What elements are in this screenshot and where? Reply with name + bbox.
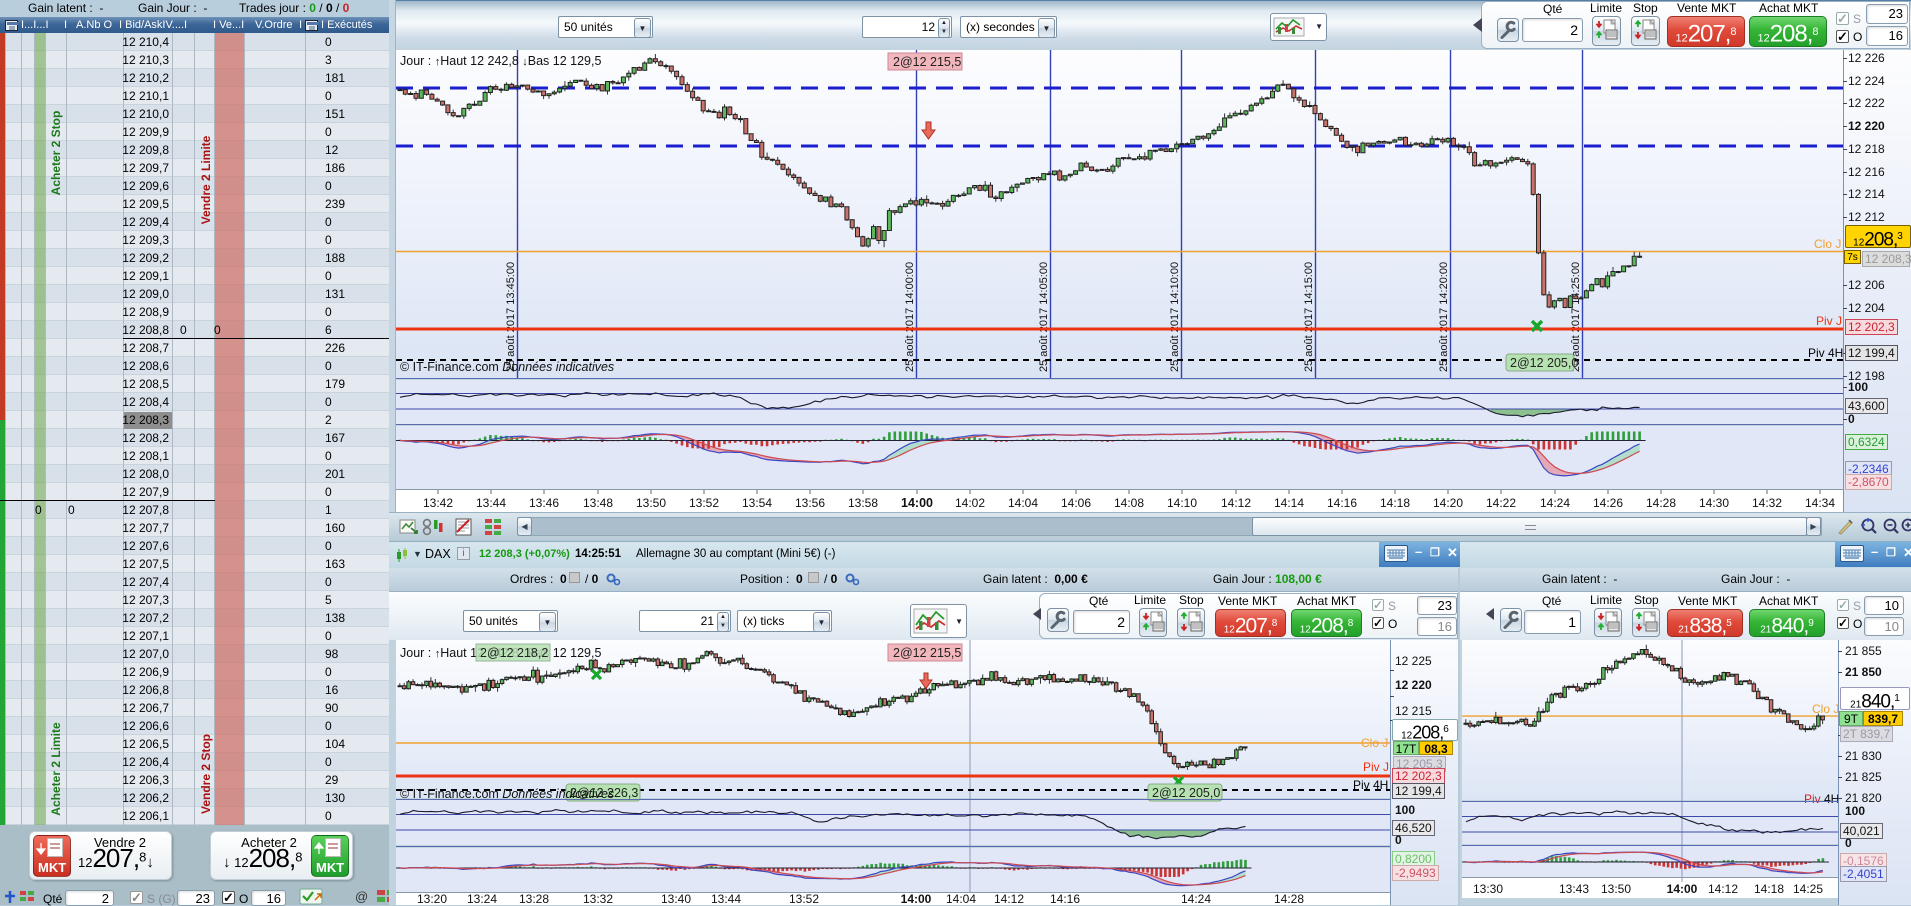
svg-text:14:20: 14:20	[1433, 496, 1463, 510]
svg-text:14:16: 14:16	[1050, 892, 1080, 905]
svg-text:25 août 2017 14:05:00: 25 août 2017 14:05:00	[1038, 262, 1050, 372]
svg-text:© IT-Finance.com Données indic: © IT-Finance.com Données indicatives	[400, 787, 614, 801]
svg-text:14:28: 14:28	[1274, 892, 1304, 905]
svg-text:Piv J: Piv J	[1363, 760, 1389, 774]
svg-text:13:44: 13:44	[476, 496, 506, 510]
svg-text:13:30: 13:30	[1473, 882, 1503, 896]
svg-text:2@12 215,5: 2@12 215,5	[893, 646, 961, 660]
svg-text:13:40: 13:40	[661, 892, 691, 905]
svg-text:25 août 2017 14:20:00: 25 août 2017 14:20:00	[1438, 262, 1450, 372]
svg-text:14:12: 14:12	[1708, 882, 1738, 896]
svg-text:13:42: 13:42	[423, 496, 453, 510]
svg-text:2@12 215,5: 2@12 215,5	[893, 55, 961, 69]
svg-text:25 août 2017 13:45:00: 25 août 2017 13:45:00	[505, 262, 517, 372]
svg-text:14:12: 14:12	[994, 892, 1024, 905]
svg-text:14:04: 14:04	[946, 892, 976, 905]
svg-text:14:02: 14:02	[955, 496, 985, 510]
svg-text:14:08: 14:08	[1114, 496, 1144, 510]
svg-text:14:32: 14:32	[1752, 496, 1782, 510]
svg-text:14:26: 14:26	[1593, 496, 1623, 510]
svg-text:13:24: 13:24	[467, 892, 497, 905]
svg-text:13:32: 13:32	[583, 892, 613, 905]
svg-text:Piv 4H: Piv 4H	[1808, 346, 1843, 360]
svg-text:13:44: 13:44	[711, 892, 741, 905]
svg-text:14:34: 14:34	[1805, 496, 1835, 510]
svg-text:Clo J: Clo J	[1814, 237, 1841, 251]
svg-text:13:50: 13:50	[636, 496, 666, 510]
svg-text:13:28: 13:28	[519, 892, 549, 905]
svg-text:14:25: 14:25	[1793, 882, 1823, 896]
svg-text:14:10: 14:10	[1167, 496, 1197, 510]
svg-text:25 août 2017 14:00:00: 25 août 2017 14:00:00	[904, 262, 916, 372]
svg-text:14:24: 14:24	[1181, 892, 1211, 905]
svg-text:14:14: 14:14	[1274, 496, 1304, 510]
svg-text:Jour : ↑Haut 12 242,8 ↓Bas 12: Jour : ↑Haut 12 242,8 ↓Bas 12 129,5	[400, 54, 601, 68]
svg-text:13:58: 13:58	[848, 496, 878, 510]
svg-text:13:20: 13:20	[417, 892, 447, 905]
svg-text:14:18: 14:18	[1380, 496, 1410, 510]
svg-text:14:30: 14:30	[1699, 496, 1729, 510]
svg-text:2@12 218,2: 2@12 218,2	[480, 646, 548, 660]
svg-text:Clo J: Clo J	[1812, 702, 1838, 716]
svg-text:13:54: 13:54	[742, 496, 772, 510]
svg-text:2@12 205,0: 2@12 205,0	[1510, 356, 1578, 370]
svg-text:14:00: 14:00	[1667, 882, 1698, 896]
svg-text:Piv 4H: Piv 4H	[1353, 778, 1388, 792]
svg-text:14:24: 14:24	[1540, 496, 1570, 510]
svg-text:14:22: 14:22	[1486, 496, 1516, 510]
svg-text:14:16: 14:16	[1327, 496, 1357, 510]
svg-text:Piv 4H: Piv 4H	[1804, 792, 1838, 806]
svg-text:Clo J: Clo J	[1361, 736, 1388, 750]
svg-text:13:52: 13:52	[789, 892, 819, 905]
svg-text:13:50: 13:50	[1601, 882, 1631, 896]
svg-text:14:12: 14:12	[1221, 496, 1251, 510]
svg-text:2@12 205,0: 2@12 205,0	[1152, 786, 1220, 800]
svg-text:© IT-Finance.com Données indic: © IT-Finance.com Données indicatives	[400, 360, 614, 374]
svg-text:14:00: 14:00	[901, 496, 933, 510]
svg-text:14:28: 14:28	[1646, 496, 1676, 510]
svg-text:13:56: 13:56	[795, 496, 825, 510]
svg-text:14:04: 14:04	[1008, 496, 1038, 510]
svg-text:13:46: 13:46	[529, 496, 559, 510]
svg-text:13:52: 13:52	[689, 496, 719, 510]
svg-text:14:06: 14:06	[1061, 496, 1091, 510]
svg-text:25 août 2017 14:15:00: 25 août 2017 14:15:00	[1303, 262, 1315, 372]
svg-text:14:18: 14:18	[1754, 882, 1784, 896]
svg-text:13:43: 13:43	[1559, 882, 1589, 896]
svg-text:13:48: 13:48	[583, 496, 613, 510]
svg-text:25 août 2017 14:10:00: 25 août 2017 14:10:00	[1169, 262, 1181, 372]
svg-text:Piv J: Piv J	[1816, 314, 1842, 328]
svg-text:14:00: 14:00	[901, 892, 932, 905]
